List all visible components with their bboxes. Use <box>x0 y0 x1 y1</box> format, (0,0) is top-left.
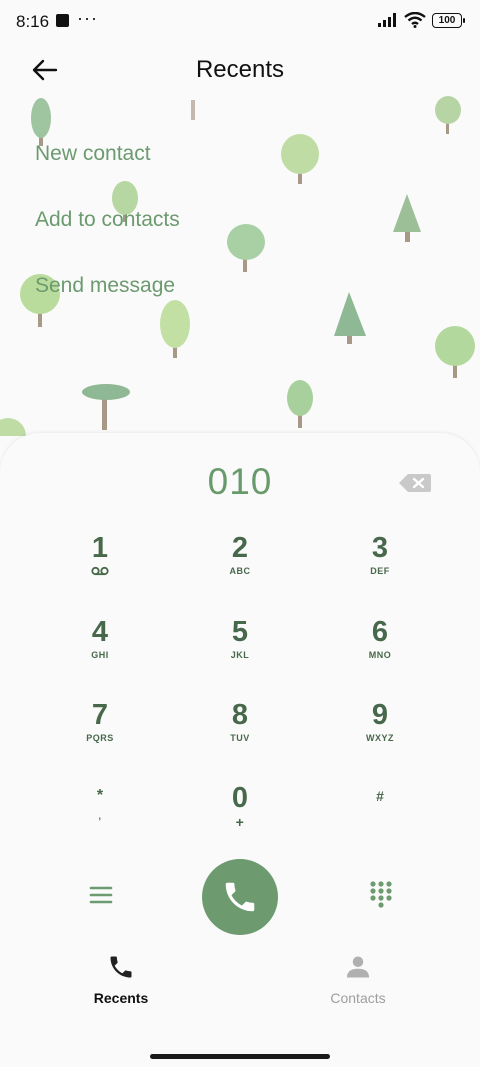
key-3[interactable]: 3 DEF <box>320 533 440 603</box>
more-notifications-icon: ··· <box>77 8 98 28</box>
key-5[interactable]: 5 JKL <box>180 617 300 687</box>
key-digit: 4 <box>91 616 109 648</box>
key-1[interactable]: 1 <box>40 533 160 603</box>
tab-recents[interactable]: Recents <box>66 953 176 1013</box>
backspace-icon[interactable] <box>398 471 432 495</box>
page-title: Recents <box>195 56 285 83</box>
key-letters: JKL <box>230 650 250 660</box>
new-contact-option[interactable]: New contact <box>35 142 151 166</box>
key-digit: 9 <box>371 699 389 731</box>
tab-label: Contacts <box>330 990 386 1006</box>
key-digit: 1 <box>91 532 109 564</box>
key-digit: 0 <box>231 782 249 814</box>
key-digit: 5 <box>231 616 249 648</box>
dialer-panel: 010 1 2 ABC 3 DEF 4 GHI 5 JKL 6 MNO 7 PQ… <box>0 433 480 1067</box>
key-digit: 3 <box>371 532 389 564</box>
tab-label: Recents <box>93 990 149 1006</box>
tab-contacts[interactable]: Contacts <box>303 953 413 1013</box>
battery-icon: 100 <box>432 12 465 28</box>
key-0[interactable]: 0 + <box>180 783 300 853</box>
call-button[interactable] <box>202 859 278 935</box>
key-digit: 2 <box>231 532 249 564</box>
key-digit: # <box>376 788 384 804</box>
key-letters: + <box>235 814 245 830</box>
key-letters: DEF <box>370 566 390 576</box>
key-letters: TUV <box>230 733 250 743</box>
person-icon <box>346 956 370 978</box>
header: Recents <box>0 44 480 96</box>
key-9[interactable]: 9 WXYZ <box>320 700 440 770</box>
signal-icon <box>378 13 396 27</box>
key-letters: GHI <box>91 650 109 660</box>
key-digit: 6 <box>371 616 389 648</box>
voicemail-icon <box>91 566 109 576</box>
key-7[interactable]: 7 PQRS <box>40 700 160 770</box>
forest-theme-background: New contact Add to contacts Send message <box>0 96 480 436</box>
key-star[interactable]: * , <box>40 785 160 855</box>
status-time: 8:16 <box>16 12 50 31</box>
phone-icon <box>225 882 255 912</box>
key-4[interactable]: 4 GHI <box>40 617 160 687</box>
key-digit: * <box>96 787 104 804</box>
key-8[interactable]: 8 TUV <box>180 700 300 770</box>
wifi-icon <box>404 12 426 28</box>
status-bar: 8:16 ··· 100 <box>0 0 480 44</box>
dialpad-icon[interactable] <box>367 879 395 909</box>
key-6[interactable]: 6 MNO <box>320 617 440 687</box>
home-indicator[interactable] <box>150 1054 330 1059</box>
menu-icon[interactable] <box>87 881 115 909</box>
send-message-option[interactable]: Send message <box>35 274 175 298</box>
key-letters: , <box>98 811 102 821</box>
key-2[interactable]: 2 ABC <box>180 533 300 603</box>
phone-tab-icon <box>110 956 132 978</box>
key-digit: 8 <box>231 699 249 731</box>
key-hash[interactable]: # <box>320 785 440 855</box>
add-to-contacts-option[interactable]: Add to contacts <box>35 208 180 232</box>
key-letters: ABC <box>229 566 251 576</box>
key-letters: MNO <box>368 650 392 660</box>
key-letters: WXYZ <box>366 733 394 743</box>
notification-icon <box>56 14 69 27</box>
key-letters: PQRS <box>86 733 114 743</box>
key-digit: 7 <box>91 699 109 731</box>
status-icons: 100 <box>378 12 465 28</box>
